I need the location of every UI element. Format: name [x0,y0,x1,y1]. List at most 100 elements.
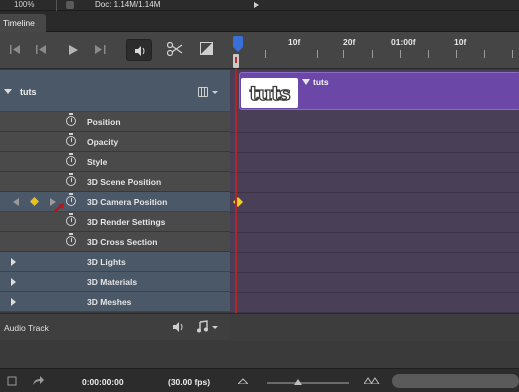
property-row-selected[interactable]: 3D Camera Position [0,192,230,214]
zoom-slider-thumb[interactable] [294,379,302,385]
row-divider [230,152,519,153]
row-divider [230,252,519,253]
property-row[interactable]: 3D Scene Position [0,172,230,192]
keyframe-diamond-icon[interactable] [30,197,39,206]
previous-frame-icon[interactable] [36,45,47,54]
stopwatch-icon[interactable] [66,193,76,206]
transport-controls [0,32,230,69]
next-frame-icon[interactable] [95,45,106,54]
group-label: 3D Meshes [87,297,132,307]
previous-keyframe-icon[interactable] [13,198,19,206]
expand-arrow-icon[interactable] [11,258,16,266]
collapse-arrow-icon[interactable] [4,89,12,94]
chevron-down-icon[interactable] [212,91,218,94]
property-label: 3D Cross Section [87,237,158,247]
doc-size: Doc: 1.14M/1.14M [95,0,161,9]
clip-menu-arrow-icon[interactable] [302,79,310,85]
playhead-handle[interactable] [233,36,243,52]
ruler-label: 20f [343,37,356,47]
transition-icon[interactable] [200,42,213,55]
timeline-area[interactable]: tuts tuts [230,70,519,340]
play-icon[interactable] [69,45,78,55]
property-row[interactable]: Position [0,112,230,132]
timeline-footer: 0:00:00:00 (30.00 fps) [0,368,519,392]
tick [428,50,429,58]
ruler-label: 10f [288,37,301,47]
film-strip-icon[interactable] [198,87,208,97]
property-row[interactable]: 3D Render Settings [0,212,230,232]
group-label: 3D Lights [87,257,126,267]
row-divider [230,172,519,173]
layer-name: tuts [20,87,37,97]
music-note-icon[interactable] [196,320,209,333]
group-label: 3D Materials [87,277,138,287]
render-video-icon[interactable] [7,376,17,386]
tick [512,50,513,58]
empty-track-area [0,341,519,368]
current-timecode: 0:00:00:00 [82,377,124,387]
speaker-icon[interactable] [172,321,185,333]
zoom-slider-track[interactable] [267,382,349,384]
tick [265,50,266,58]
audio-track-row[interactable]: Audio Track [0,313,519,341]
group-row[interactable]: 3D Meshes [0,292,230,312]
stopwatch-icon[interactable] [66,153,76,166]
stopwatch-icon[interactable] [66,233,76,246]
divider [56,0,57,11]
tick [400,50,401,58]
speaker-icon [135,46,145,56]
row-divider [230,292,519,293]
group-row[interactable]: 3D Lights [0,252,230,272]
work-area-start-handle[interactable] [233,54,239,68]
audio-track-label: Audio Track [4,323,49,333]
expand-arrow-icon[interactable] [11,278,16,286]
stopwatch-icon[interactable] [66,113,76,126]
layer-clip[interactable]: tuts tuts [239,72,519,110]
tick [372,50,373,58]
property-row[interactable]: Style [0,152,230,172]
property-row[interactable]: Opacity [0,132,230,152]
stopwatch-icon[interactable] [66,133,76,146]
mute-audio-button[interactable] [126,39,152,61]
tab-timeline[interactable]: Timeline [0,14,46,32]
ruler-label: 10f [454,37,467,47]
frame-rate: (30.00 fps) [168,377,211,387]
clip-thumbnail: tuts [241,78,298,108]
tick [456,50,457,58]
property-label: Opacity [87,137,119,147]
tick [317,50,318,58]
property-label: 3D Camera Position [87,197,168,207]
panel-tab-bar: Timeline [0,11,519,32]
zoom-level[interactable]: 100% [14,0,34,9]
clip-name: tuts [313,77,329,87]
zoom-out-icon[interactable] [238,378,248,384]
expand-arrow-icon[interactable] [11,298,16,306]
scissors-icon[interactable] [167,42,183,56]
stopwatch-icon[interactable] [66,213,76,226]
status-menu-arrow-icon[interactable] [254,2,259,8]
property-label: Position [87,117,121,127]
property-label: Style [87,157,108,167]
row-divider [230,232,519,233]
property-label: 3D Scene Position [87,177,162,187]
current-time-indicator[interactable] [235,69,237,341]
go-to-first-frame-icon[interactable] [10,45,21,54]
time-ruler[interactable]: 10f 20f 01:00f 10f [230,32,519,69]
group-row[interactable]: 3D Materials [0,272,230,292]
layer-track-header[interactable]: tuts [0,70,230,112]
chevron-down-icon[interactable] [212,326,218,329]
property-label: 3D Render Settings [87,217,166,227]
stopwatch-icon[interactable] [66,173,76,186]
property-row[interactable]: 3D Cross Section [0,232,230,252]
horizontal-scrollbar[interactable] [392,374,519,388]
tick [484,50,485,58]
status-bar: 100% Doc: 1.14M/1.14M [0,0,519,11]
audio-track-lane[interactable] [230,314,519,341]
row-divider [230,212,519,213]
row-divider [230,132,519,133]
document-icon [66,1,74,9]
row-divider [230,192,519,193]
convert-frame-animation-icon[interactable] [32,375,45,386]
zoom-in-icon[interactable] [364,376,380,384]
row-divider [230,272,519,273]
